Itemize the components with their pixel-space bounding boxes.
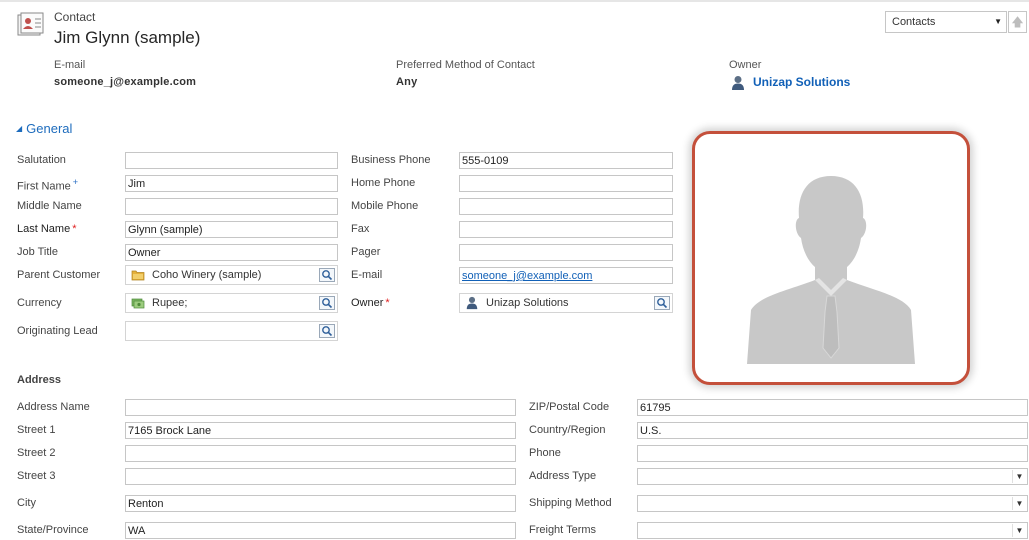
business-phone-label: Business Phone bbox=[351, 154, 431, 166]
person-silhouette-icon bbox=[747, 176, 915, 364]
street3-input[interactable] bbox=[125, 468, 516, 485]
business-phone-input[interactable]: 555-0109 bbox=[459, 152, 673, 169]
entity-type-label: Contact bbox=[54, 10, 96, 24]
phone-input[interactable] bbox=[637, 445, 1028, 462]
lookup-search-icon[interactable] bbox=[654, 296, 670, 310]
country-input[interactable]: U.S. bbox=[637, 422, 1028, 439]
navigate-up-button[interactable]: 🡅 bbox=[1008, 11, 1027, 33]
middle-name-input[interactable] bbox=[125, 198, 338, 215]
header-owner-label: Owner bbox=[729, 59, 762, 71]
address-name-input[interactable] bbox=[125, 399, 516, 416]
currency-lookup[interactable]: Rupee; bbox=[125, 293, 338, 313]
header-preferred-contact-value: Any bbox=[396, 76, 418, 88]
lookup-search-icon[interactable] bbox=[319, 296, 335, 310]
currency-label: Currency bbox=[17, 297, 62, 309]
contact-photo[interactable] bbox=[692, 131, 970, 385]
first-name-input[interactable]: Jim bbox=[125, 175, 338, 192]
address-type-label: Address Type bbox=[529, 470, 597, 482]
header-email-value: someone_j@example.com bbox=[54, 76, 197, 88]
form-selector[interactable]: Contacts ▼ bbox=[885, 11, 1007, 33]
header-email-label: E-mail bbox=[54, 59, 86, 71]
record-title: Jim Glynn (sample) bbox=[54, 28, 201, 47]
contact-card-icon bbox=[17, 12, 44, 36]
street2-label: Street 2 bbox=[17, 447, 56, 459]
email-link[interactable]: someone_j@example.com bbox=[462, 270, 592, 282]
shipping-method-select[interactable]: ▼ bbox=[637, 495, 1028, 512]
originating-lead-label: Originating Lead bbox=[17, 325, 98, 337]
street1-label: Street 1 bbox=[17, 424, 56, 436]
owner-value[interactable]: Unizap Solutions bbox=[486, 297, 569, 309]
home-phone-input[interactable] bbox=[459, 175, 673, 192]
collapse-triangle-icon: ◢ bbox=[16, 124, 23, 133]
lookup-search-icon[interactable] bbox=[319, 324, 335, 338]
last-name-input[interactable]: Glynn (sample) bbox=[125, 221, 338, 238]
owner-lookup[interactable]: Unizap Solutions bbox=[459, 293, 673, 313]
state-label: State/Province bbox=[17, 524, 89, 536]
country-label: Country/Region bbox=[529, 424, 606, 436]
salutation-input[interactable] bbox=[125, 152, 338, 169]
address-section-title: Address bbox=[17, 374, 62, 386]
general-section-title: General bbox=[26, 121, 73, 136]
chevron-down-icon[interactable]: ▼ bbox=[1012, 524, 1026, 537]
zip-label: ZIP/Postal Code bbox=[529, 401, 610, 413]
pager-label: Pager bbox=[351, 246, 381, 258]
city-input[interactable]: Renton bbox=[125, 495, 516, 512]
lookup-search-icon[interactable] bbox=[319, 268, 335, 282]
zip-input[interactable]: 61795 bbox=[637, 399, 1028, 416]
address-type-select[interactable]: ▼ bbox=[637, 468, 1028, 485]
fax-label: Fax bbox=[351, 223, 370, 235]
user-icon bbox=[466, 296, 478, 310]
chevron-down-icon: ▼ bbox=[994, 17, 1002, 26]
parent-customer-label: Parent Customer bbox=[17, 269, 101, 281]
freight-terms-select[interactable]: ▼ bbox=[637, 522, 1028, 539]
freight-terms-label: Freight Terms bbox=[529, 524, 597, 536]
header-preferred-contact-label: Preferred Method of Contact bbox=[396, 59, 535, 71]
pager-input[interactable] bbox=[459, 244, 673, 261]
job-title-input[interactable]: Owner bbox=[125, 244, 338, 261]
owner-label: Owner * bbox=[351, 297, 390, 309]
fax-input[interactable] bbox=[459, 221, 673, 238]
job-title-label: Job Title bbox=[17, 246, 58, 258]
mobile-phone-input[interactable] bbox=[459, 198, 673, 215]
street1-input[interactable]: 7165 Brock Lane bbox=[125, 422, 516, 439]
parent-customer-value[interactable]: Coho Winery (sample) bbox=[152, 269, 261, 281]
phone-label: Phone bbox=[529, 447, 561, 459]
header-owner-link[interactable]: Unizap Solutions bbox=[753, 75, 850, 89]
address-name-label: Address Name bbox=[17, 401, 90, 413]
top-border bbox=[0, 0, 1029, 2]
chevron-down-icon[interactable]: ▼ bbox=[1012, 470, 1026, 483]
home-phone-label: Home Phone bbox=[351, 177, 416, 189]
last-name-label: Last Name * bbox=[17, 223, 77, 235]
form-selector-value: Contacts bbox=[892, 16, 936, 28]
shipping-method-label: Shipping Method bbox=[529, 497, 612, 509]
state-input[interactable]: WA bbox=[125, 522, 516, 539]
currency-icon bbox=[131, 298, 145, 309]
email-input[interactable]: someone_j@example.com bbox=[459, 267, 673, 284]
street3-label: Street 3 bbox=[17, 470, 56, 482]
parent-customer-lookup[interactable]: Coho Winery (sample) bbox=[125, 265, 338, 285]
originating-lead-lookup[interactable] bbox=[125, 321, 338, 341]
arrow-up-icon: 🡅 bbox=[1011, 15, 1024, 29]
mobile-phone-label: Mobile Phone bbox=[351, 200, 419, 212]
city-label: City bbox=[17, 497, 36, 509]
salutation-label: Salutation bbox=[17, 154, 66, 166]
first-name-label: First Name + bbox=[17, 177, 79, 193]
middle-name-label: Middle Name bbox=[17, 200, 82, 212]
currency-value[interactable]: Rupee; bbox=[152, 297, 187, 309]
user-icon bbox=[732, 76, 744, 90]
chevron-down-icon[interactable]: ▼ bbox=[1012, 497, 1026, 510]
account-folder-icon bbox=[131, 270, 145, 281]
email-label: E-mail bbox=[351, 269, 383, 281]
street2-input[interactable] bbox=[125, 445, 516, 462]
general-section-header[interactable]: ◢ General bbox=[16, 121, 72, 136]
